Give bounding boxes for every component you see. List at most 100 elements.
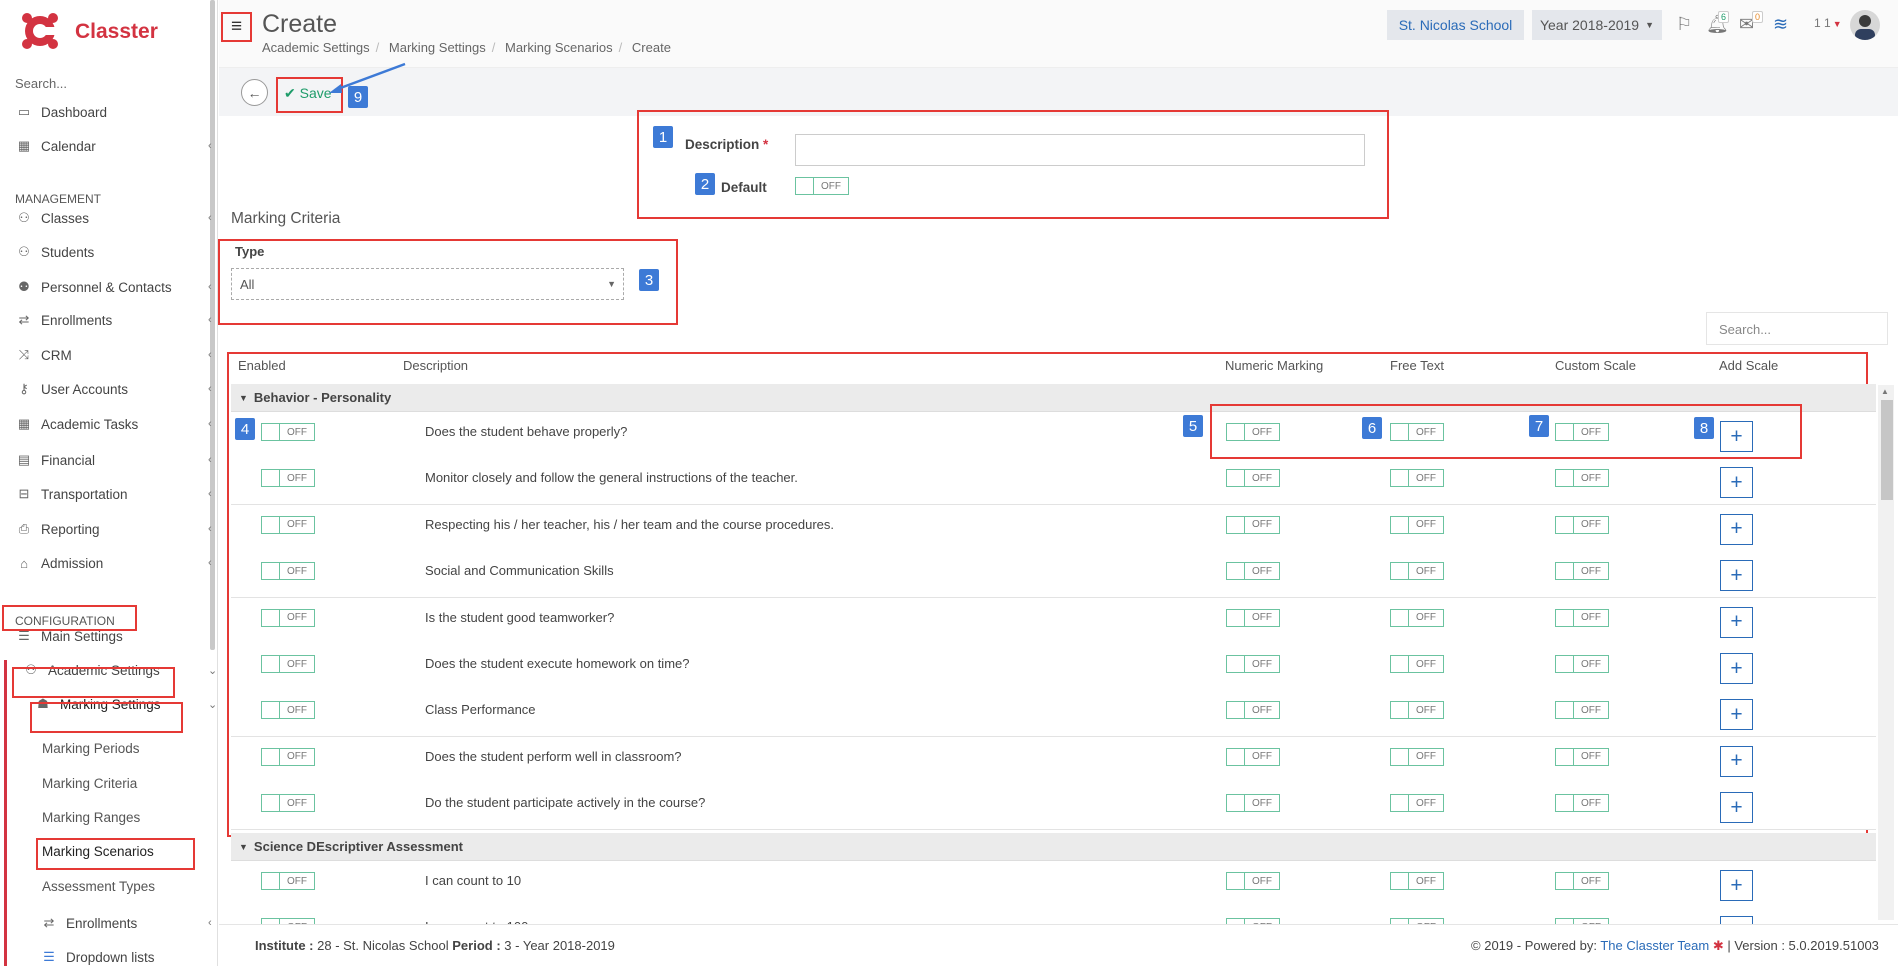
sidebar-item-enrollments[interactable]: ⇄ Enrollments ‹ [15,309,212,331]
add-scale-button[interactable]: + [1720,653,1753,684]
transportation-icon: ⊟ [18,486,30,501]
description-input[interactable] [795,134,1365,166]
numeric-marking-toggle[interactable]: OFF [1226,469,1280,488]
add-scale-button[interactable]: + [1720,745,1753,777]
free-text-toggle[interactable]: OFF [1390,515,1444,534]
numeric-marking-toggle[interactable]: OFF [1226,608,1280,627]
sidebar-item-students[interactable]: ⚇ Students [15,241,94,263]
classter-team-link[interactable]: The Classter Team [1600,938,1709,953]
table-search-input[interactable]: Search... [1706,312,1888,345]
sidebar-item-personnel-contacts[interactable]: ⚉ Personnel & Contacts ‹ [15,276,212,298]
add-scale-button[interactable]: + [1720,513,1753,545]
criteria-description: Does the student execute homework on tim… [425,656,690,671]
free-text-toggle[interactable]: OFF [1390,655,1444,673]
plus-icon: + [1730,610,1743,634]
scroll-up-icon[interactable]: ▲ [1881,387,1889,396]
enabled-toggle[interactable]: OFF [261,562,315,581]
custom-scale-toggle[interactable]: OFF [1555,747,1609,766]
annotation-badge-3: 3 [639,269,659,291]
free-text-toggle[interactable]: OFF [1390,701,1444,720]
enabled-toggle[interactable]: OFF [261,794,315,813]
enabled-toggle[interactable]: OFF [261,747,315,766]
back-button[interactable]: ← [241,79,268,106]
sidebar-search[interactable]: Search... [15,76,67,91]
layers-icon[interactable]: ≋ [1773,14,1788,35]
custom-scale-toggle[interactable]: OFF [1555,872,1609,890]
sidebar-item-classes[interactable]: ⚇ Classes ‹ [15,207,212,229]
sidebar-item-user-accounts[interactable]: ⚷ User Accounts ‹ [15,378,211,400]
academic-tasks-icon: ▦ [17,416,31,431]
menu-toggle-button[interactable]: ≡ [221,12,252,42]
enabled-toggle[interactable]: OFF [261,423,315,441]
sidebar-item-dropdown-lists[interactable]: ☰ Dropdown lists [40,946,154,966]
sidebar-sub-marking-ranges[interactable]: Marking Ranges [42,810,140,825]
free-text-toggle[interactable]: OFF [1390,608,1444,627]
sidebar-sub-assessment-types[interactable]: Assessment Types [42,879,155,894]
custom-scale-toggle[interactable]: OFF [1555,794,1609,813]
sidebar-item-academic-tasks[interactable]: ▦ Academic Tasks ‹ [15,413,212,435]
enabled-toggle[interactable]: OFF [261,701,315,720]
add-scale-button[interactable]: + [1720,870,1753,901]
add-scale-button[interactable]: + [1720,699,1753,731]
sidebar-item-financial[interactable]: ▤ Financial ‹ [15,449,212,471]
add-scale-button[interactable]: + [1720,606,1753,638]
highlight-marking-settings [30,702,183,733]
plus-icon: + [1730,517,1743,541]
enabled-toggle[interactable]: OFF [261,655,315,673]
chevron-down-icon: ⌄ [208,698,218,711]
numeric-marking-toggle[interactable]: OFF [1226,701,1280,720]
custom-scale-toggle[interactable]: OFF [1555,469,1609,488]
free-text-toggle[interactable]: OFF [1390,562,1444,581]
numeric-marking-toggle[interactable]: OFF [1226,747,1280,766]
enabled-toggle[interactable]: OFF [261,515,315,534]
enabled-toggle[interactable]: OFF [261,872,315,890]
annotation-badge-2: 2 [695,173,715,195]
table-scrollbar-thumb[interactable] [1881,400,1893,500]
sidebar-item-reporting[interactable]: ⎙ Reporting ‹ [15,518,212,540]
numeric-marking-toggle[interactable]: OFF [1226,655,1280,673]
breadcrumb-marking-settings[interactable]: Marking Settings [389,40,486,55]
enabled-toggle[interactable]: OFF [261,608,315,627]
school-selector[interactable]: St. Nicolas School [1387,10,1524,40]
plus-icon: + [1730,795,1743,819]
custom-scale-toggle[interactable]: OFF [1555,701,1609,720]
user-menu[interactable]: 1 1 ▼ [1814,16,1842,30]
list-icon: ☰ [43,949,55,964]
sidebar-item-enrollments-sub[interactable]: ⇄ Enrollments ‹ [40,912,212,934]
sidebar-sub-marking-periods[interactable]: Marking Periods [42,741,140,756]
breadcrumb-marking-scenarios[interactable]: Marking Scenarios [505,40,613,55]
page-title: Create [262,10,338,38]
default-toggle[interactable]: OFF [795,177,849,195]
sidebar-item-dashboard[interactable]: ▭ Dashboard [15,101,107,123]
avatar[interactable] [1850,10,1880,40]
sidebar-item-admission[interactable]: ⌂ Admission ‹ [15,552,212,574]
numeric-marking-toggle[interactable]: OFF [1226,562,1280,581]
add-scale-button[interactable]: + [1720,792,1753,824]
custom-scale-toggle[interactable]: OFF [1555,515,1609,534]
free-text-toggle[interactable]: OFF [1390,469,1444,488]
annotation-badge-9: 9 [348,86,368,108]
flag-icon[interactable]: ⚐ [1676,14,1692,35]
sidebar-item-transportation[interactable]: ⊟ Transportation ‹ [15,483,212,505]
group-science-descriptive[interactable]: ▼ Science DEscriptiver Assessment [231,833,1876,861]
numeric-marking-toggle[interactable]: OFF [1226,872,1280,890]
add-scale-button[interactable]: + [1720,560,1753,592]
year-selector[interactable]: Year 2018-2019 ▼ [1532,10,1662,40]
sidebar-item-calendar[interactable]: ▦ Calendar ‹ [15,135,212,157]
type-select[interactable]: All ▼ [231,268,624,300]
custom-scale-toggle[interactable]: OFF [1555,655,1609,673]
breadcrumb-academic-settings[interactable]: Academic Settings [262,40,370,55]
numeric-marking-toggle[interactable]: OFF [1226,794,1280,813]
sidebar-item-crm[interactable]: ⤨ CRM ‹ [15,344,212,366]
free-text-toggle[interactable]: OFF [1390,794,1444,813]
custom-scale-toggle[interactable]: OFF [1555,562,1609,581]
free-text-toggle[interactable]: OFF [1390,747,1444,766]
numeric-marking-toggle[interactable]: OFF [1226,515,1280,534]
enabled-toggle[interactable]: OFF [261,469,315,488]
criteria-description: Is the student good teamworker? [425,609,615,625]
sidebar-sub-marking-criteria[interactable]: Marking Criteria [42,776,137,791]
custom-scale-toggle[interactable]: OFF [1555,608,1609,627]
add-scale-button[interactable]: + [1720,467,1753,499]
enrollments-icon: ⇄ [18,312,30,327]
free-text-toggle[interactable]: OFF [1390,872,1444,890]
